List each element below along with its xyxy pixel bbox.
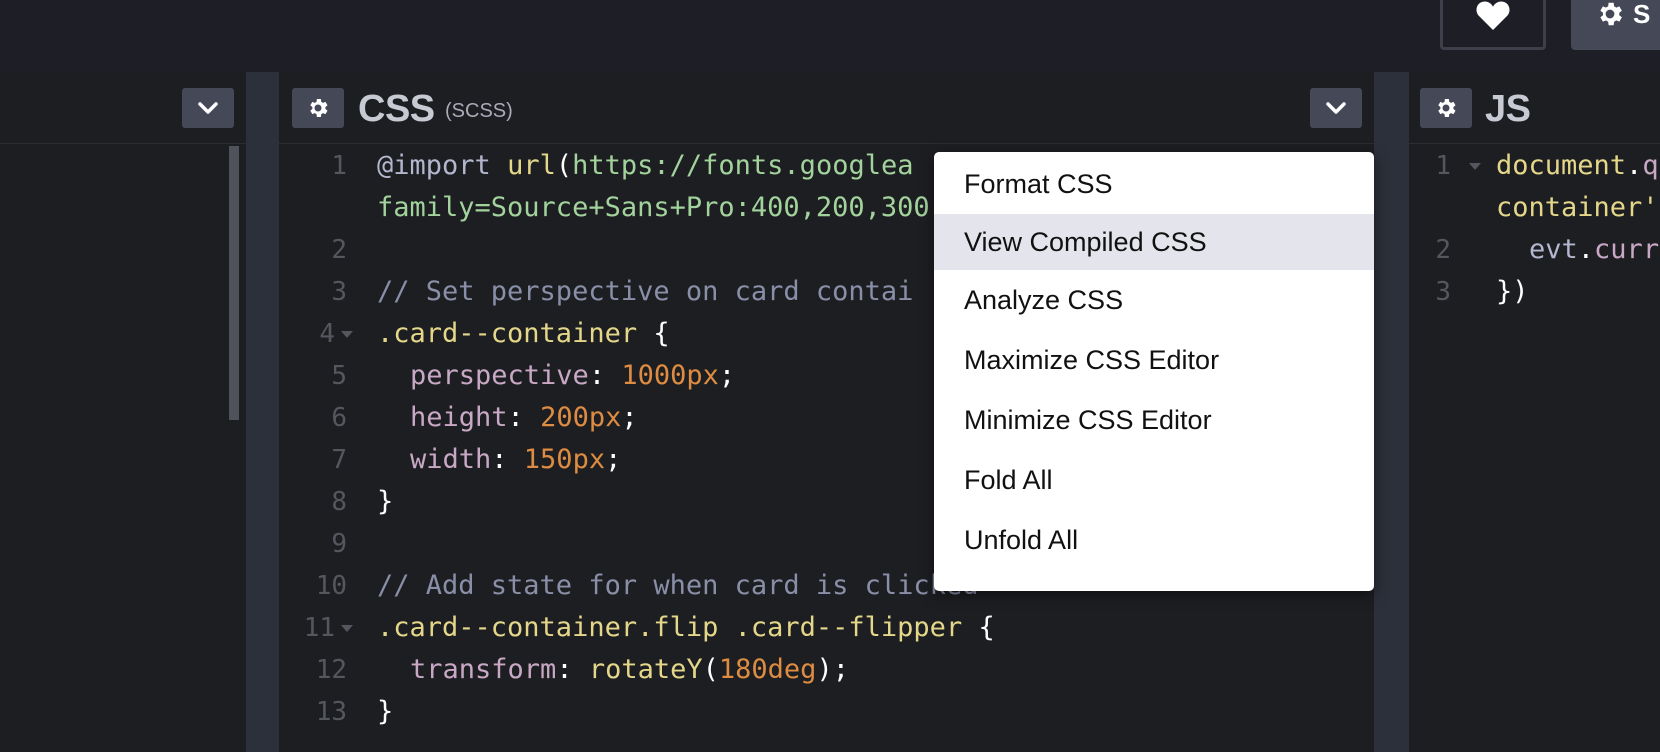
line-number: 7 — [331, 445, 347, 475]
code-token: 180deg — [718, 654, 817, 685]
js-panel-title: JS — [1485, 88, 1531, 130]
js-panel: JS 1 2 3 document.q container' evt.curr … — [1409, 72, 1660, 752]
fold-arrow-icon[interactable] — [1469, 163, 1481, 170]
code-token: . — [1626, 150, 1643, 181]
code-token: ; — [605, 444, 622, 475]
resizer-left[interactable] — [246, 72, 279, 752]
code-token: curr — [1594, 234, 1660, 265]
code-token: ( — [702, 654, 719, 685]
menu-item-analyze-css[interactable]: Analyze CSS — [934, 272, 1374, 328]
line-number: 3 — [1435, 277, 1451, 307]
css-editor-dropdown-menu: Format CSS View Compiled CSS Analyze CSS… — [934, 152, 1374, 591]
menu-item-view-compiled-css[interactable]: View Compiled CSS — [934, 214, 1374, 270]
code-token: : — [491, 444, 524, 475]
code-token: ; — [621, 402, 638, 433]
line-number: 8 — [331, 487, 347, 517]
js-code-line-2: evt.curr — [1529, 229, 1659, 271]
line-number: 4 — [319, 319, 335, 349]
line-number: 13 — [315, 697, 347, 727]
line-number: 2 — [331, 235, 347, 265]
line-number: 12 — [315, 655, 347, 685]
css-panel-menu-button[interactable] — [1310, 88, 1362, 128]
html-panel — [0, 72, 246, 752]
code-line-12: transform: rotateY(180deg); — [410, 649, 849, 691]
js-code-line-3: }) — [1496, 276, 1529, 307]
code-token: height — [410, 402, 508, 433]
code-token: 1000px — [621, 360, 719, 391]
code-token: evt — [1529, 234, 1578, 265]
html-panel-menu-button[interactable] — [182, 88, 234, 128]
code-line-5: perspective: 1000px; — [410, 355, 735, 397]
code-token: 150px — [523, 444, 606, 475]
html-editor-scrollbar[interactable] — [229, 146, 239, 420]
line-number: 9 — [331, 529, 347, 559]
css-panel-title: CSS — [358, 88, 435, 130]
fold-arrow-icon[interactable] — [341, 331, 353, 338]
js-code-editor[interactable]: 1 2 3 document.q container' evt.curr }) — [1409, 144, 1660, 752]
line-number: 2 — [1435, 235, 1451, 265]
menu-item-unfold-all[interactable]: Unfold All — [934, 512, 1374, 568]
code-line-13: } — [377, 696, 394, 727]
code-token: document — [1496, 150, 1627, 181]
code-token: { — [637, 318, 670, 349]
code-line-6: height: 200px; — [410, 397, 638, 439]
js-code-line-1-wrap: container' — [1496, 192, 1659, 223]
code-token: width — [410, 444, 492, 475]
code-token: { — [962, 612, 995, 643]
top-header-bar — [0, 0, 1660, 72]
code-token: rotateY — [588, 654, 703, 685]
code-line-1: @import url(https://fonts.googlea — [377, 145, 913, 187]
code-token: family=Source+Sans+Pro:400,200,300 — [377, 192, 930, 223]
code-token: https://fonts.googlea — [572, 150, 914, 181]
line-number: 1 — [1435, 151, 1451, 181]
line-number: 3 — [331, 277, 347, 307]
code-token: perspective — [410, 360, 589, 391]
menu-item-maximize-css-editor[interactable]: Maximize CSS Editor — [934, 332, 1374, 388]
code-token: .card--container.flip .card--flipper — [377, 612, 963, 643]
css-panel-header — [279, 72, 1374, 144]
menu-item-minimize-css-editor[interactable]: Minimize CSS Editor — [934, 392, 1374, 448]
code-line-7: width: 150px; — [410, 439, 621, 481]
menu-item-fold-all[interactable]: Fold All — [934, 452, 1374, 508]
code-line-3: // Set perspective on card contai — [377, 276, 914, 307]
line-number: 10 — [315, 571, 347, 601]
code-line-11: .card--container.flip .card--flipper { — [377, 607, 995, 649]
line-number: 6 — [331, 403, 347, 433]
line-number: 5 — [331, 361, 347, 391]
code-token: . — [1577, 234, 1595, 265]
chevron-down-icon — [198, 102, 218, 114]
code-token: : — [588, 360, 622, 391]
css-settings-button[interactable] — [292, 88, 344, 128]
code-token: ); — [816, 654, 849, 685]
code-token: .card--container — [377, 318, 638, 349]
code-token: : — [556, 654, 589, 685]
code-token: : — [507, 402, 541, 433]
code-token: ; — [718, 360, 736, 391]
code-token: transform — [410, 654, 557, 685]
js-settings-button[interactable] — [1420, 88, 1472, 128]
chevron-down-icon — [1326, 102, 1346, 114]
code-line-10: // Add state for when card is clicked — [377, 570, 979, 601]
code-token: q — [1642, 150, 1659, 181]
settings-label: S — [1633, 0, 1651, 29]
heart-button[interactable] — [1440, 0, 1546, 50]
code-token: ( — [555, 150, 573, 181]
fold-arrow-icon[interactable] — [341, 625, 353, 632]
css-panel-preprocessor: (SCSS) — [445, 100, 513, 122]
gear-icon — [310, 99, 328, 117]
line-number: 1 — [331, 151, 347, 181]
line-number: 11 — [303, 613, 335, 643]
code-token: 200px — [540, 402, 622, 433]
code-token: url — [507, 150, 556, 181]
code-token: @import — [377, 150, 491, 181]
js-code-line-1: document.q — [1496, 145, 1659, 187]
code-line-1-wrap: family=Source+Sans+Pro:400,200,300 — [377, 187, 930, 229]
settings-button[interactable]: S — [1571, 0, 1660, 50]
gear-icon — [1600, 2, 1622, 26]
heart-icon — [1476, 1, 1510, 30]
code-line-4: .card--container { — [377, 313, 670, 355]
menu-item-format-css[interactable]: Format CSS — [934, 156, 1374, 212]
code-line-8: } — [377, 486, 394, 517]
gear-icon — [1438, 99, 1456, 117]
